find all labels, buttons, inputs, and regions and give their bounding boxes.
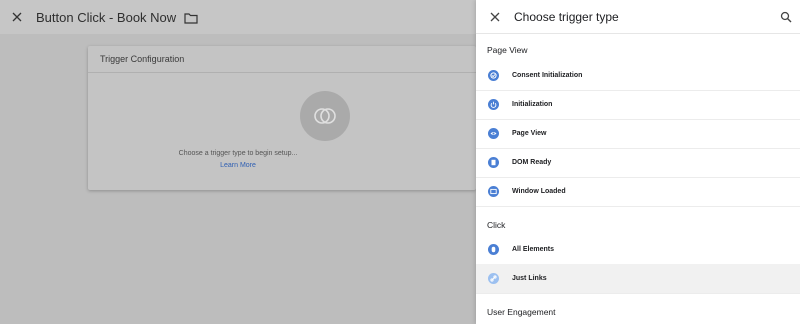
section-title-page-view: Page View bbox=[487, 45, 528, 55]
consent-icon bbox=[488, 70, 499, 81]
section-title-click: Click bbox=[487, 220, 506, 230]
link-icon bbox=[488, 273, 499, 284]
trigger-item-label: Initialization bbox=[512, 101, 553, 108]
choose-trigger-panel: Choose trigger type Page View Consent In… bbox=[476, 0, 800, 324]
section-title-user-engagement: User Engagement bbox=[487, 307, 556, 317]
trigger-configuration-card[interactable]: Trigger Configuration Choose a trigger t… bbox=[88, 46, 476, 190]
tag-title: Button Click - Book Now bbox=[36, 9, 177, 25]
search-icon[interactable] bbox=[780, 10, 792, 23]
trigger-item-dom-ready[interactable]: DOM Ready bbox=[476, 148, 800, 178]
power-icon bbox=[488, 99, 499, 110]
trigger-item-page-view[interactable]: Page View bbox=[476, 119, 800, 149]
trigger-item-label: Consent Initialization bbox=[512, 72, 583, 79]
trigger-item-label: Page View bbox=[512, 130, 547, 137]
trigger-placeholder-icon[interactable] bbox=[300, 91, 350, 141]
eye-icon bbox=[488, 128, 499, 139]
close-icon[interactable] bbox=[488, 10, 502, 24]
trigger-item-all-elements[interactable]: All Elements bbox=[476, 235, 800, 265]
close-icon[interactable] bbox=[10, 10, 24, 24]
setup-hint: Choose a trigger type to begin setup... bbox=[178, 150, 298, 157]
trigger-item-label: Just Links bbox=[512, 275, 547, 282]
trigger-item-label: DOM Ready bbox=[512, 159, 552, 166]
trigger-item-label: All Elements bbox=[512, 246, 555, 253]
document-icon bbox=[488, 157, 499, 168]
panel-header: Choose trigger type bbox=[476, 0, 800, 34]
window-icon bbox=[488, 186, 499, 197]
trigger-item-just-links[interactable]: Just Links bbox=[476, 264, 800, 294]
trigger-item-window-loaded[interactable]: Window Loaded bbox=[476, 177, 800, 207]
trigger-item-label: Window Loaded bbox=[512, 188, 566, 195]
mouse-icon bbox=[488, 244, 499, 255]
panel-title: Choose trigger type bbox=[514, 9, 619, 24]
trigger-item-consent-initialization[interactable]: Consent Initialization bbox=[476, 61, 800, 91]
editor-topbar: Button Click - Book Now bbox=[0, 0, 476, 34]
trigger-item-initialization[interactable]: Initialization bbox=[476, 90, 800, 120]
card-title: Trigger Configuration bbox=[88, 46, 476, 73]
learn-more-link[interactable]: Learn More bbox=[0, 162, 476, 169]
folder-icon[interactable] bbox=[184, 11, 198, 24]
